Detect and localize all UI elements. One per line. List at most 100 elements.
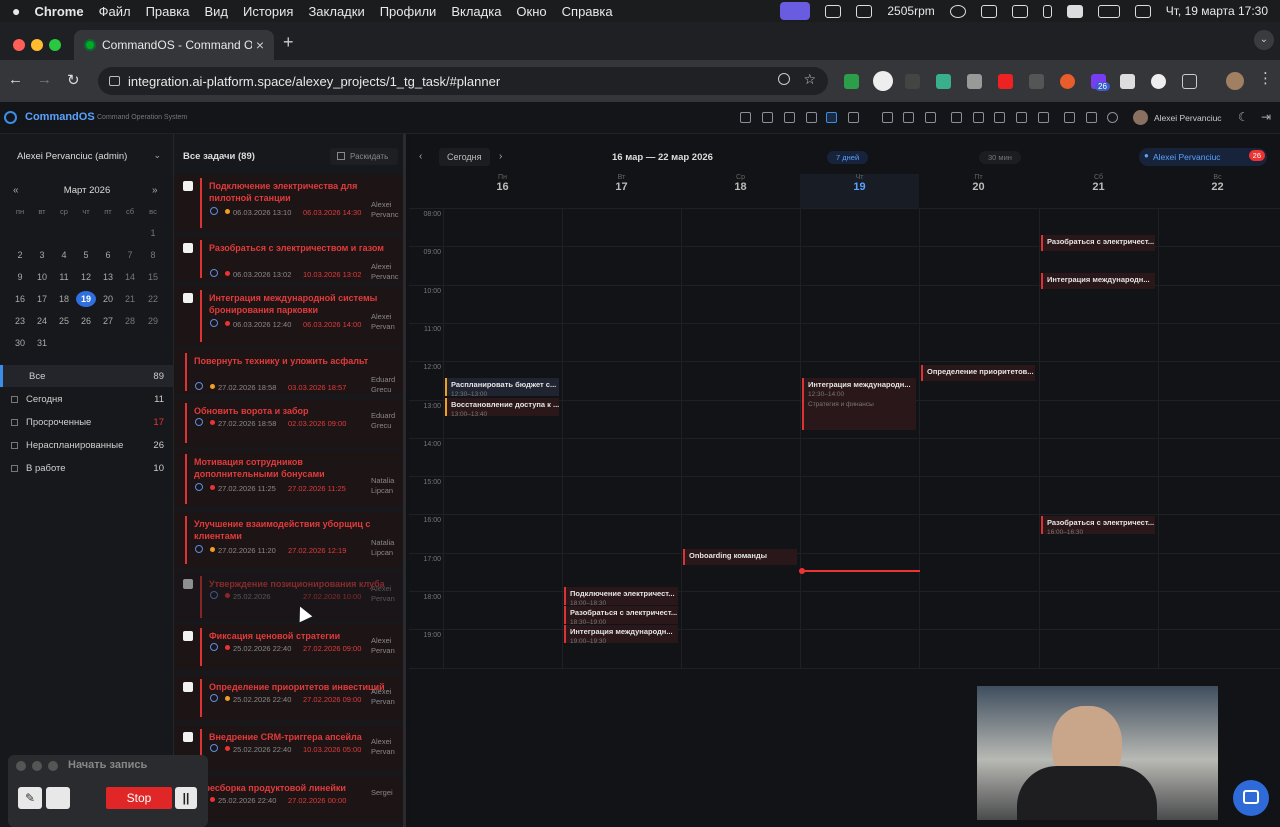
screen-share-icon[interactable] <box>780 2 811 20</box>
theme-moon-icon[interactable]: ☾ <box>1238 110 1249 124</box>
task-checkbox[interactable] <box>183 631 193 641</box>
calendar-event[interactable]: Распланировать бюджет с... 12:30–13:00 <box>445 378 559 397</box>
chrome-menu-icon[interactable]: ⋮ <box>1258 69 1273 87</box>
extension-ai-icon[interactable] <box>873 71 893 91</box>
filter-4[interactable]: В работе 10 <box>0 457 174 479</box>
menu-help[interactable]: Справка <box>562 4 613 19</box>
next-week-button[interactable]: › <box>499 151 502 162</box>
apps-grid-icon[interactable] <box>740 112 751 123</box>
apple-icon[interactable]: ● <box>12 3 20 19</box>
calendar-day[interactable]: 25 <box>54 313 74 329</box>
task-title[interactable]: Фиксация ценовой стратегии <box>209 630 389 642</box>
calendar-day[interactable]: 18 <box>54 291 74 307</box>
task-title[interactable]: Подключение электричества для пилотной с… <box>209 180 389 204</box>
hierarchy-icon[interactable] <box>951 112 962 123</box>
flask-icon[interactable] <box>1086 112 1097 123</box>
forward-icon[interactable]: → <box>37 71 52 88</box>
window-close-button[interactable] <box>13 39 25 51</box>
archive-icon[interactable] <box>1016 112 1027 123</box>
task-title[interactable]: Внедрение CRM-триггера апсейла <box>209 731 389 743</box>
stop-button[interactable]: Stop <box>106 787 172 809</box>
header-user-name[interactable]: Alexei Pervanciuc <box>1154 113 1222 123</box>
calendar-next-icon[interactable]: » <box>152 185 158 196</box>
mouse-icon[interactable] <box>1042 4 1052 18</box>
tab-search-icon[interactable]: ⌄ <box>1254 30 1274 50</box>
task-checkbox[interactable] <box>183 243 193 253</box>
menu-window[interactable]: Окно <box>516 4 546 19</box>
profile-avatar[interactable] <box>1226 72 1244 90</box>
display-icon[interactable] <box>980 4 997 18</box>
task-row[interactable]: пересборка продуктовой линейки 25.02.2026… <box>174 776 403 822</box>
building-icon[interactable] <box>973 112 984 123</box>
task-row[interactable]: Фиксация ценовой стратегии 25.02.2026 22:… <box>174 624 403 670</box>
view-select[interactable]: 7 дней <box>827 151 869 164</box>
extension-recycle-icon[interactable] <box>905 74 920 89</box>
filter-0[interactable]: Все 89 <box>0 365 174 387</box>
pause-icon[interactable]: || <box>175 787 197 809</box>
calendar-event[interactable]: Разобраться с электричест... <box>1041 234 1155 251</box>
filter-3[interactable]: Нераспланированные 26 <box>0 434 174 456</box>
task-checkbox[interactable] <box>183 579 193 589</box>
task-title[interactable]: Интеграция международной системы брониро… <box>209 292 389 316</box>
bot-icon[interactable] <box>903 112 914 123</box>
bolt-icon[interactable] <box>949 4 966 18</box>
day-header[interactable]: Вт 17 <box>562 174 681 193</box>
expand-button[interactable]: Раскидать <box>330 148 398 165</box>
gear-icon[interactable] <box>1107 112 1118 123</box>
calendar-day[interactable]: 7 <box>120 247 140 263</box>
calendar-event[interactable]: Интеграция международн... 12:30–14:00 Стра… <box>802 378 916 431</box>
menu-profiles[interactable]: Профили <box>380 4 437 19</box>
calendar-event[interactable]: Onboarding команды <box>683 548 797 565</box>
task-title[interactable]: Мотивация сотрудников дополнительными бо… <box>194 456 374 480</box>
task-title[interactable]: Разобраться с электричеством и газом <box>209 242 389 254</box>
task-row[interactable]: Интеграция международной системы брониро… <box>174 286 403 346</box>
task-row[interactable]: Улучшение взаимодействия уборщиц с клиен… <box>174 512 403 568</box>
task-row[interactable]: Внедрение CRM-триггера апсейла 25.02.2026… <box>174 725 403 771</box>
calendar-event[interactable]: Восстановление доступа к ... 13:00–13:40 <box>445 397 559 416</box>
filter-1[interactable]: Сегодня 11 <box>0 388 174 410</box>
extension-s-icon[interactable] <box>998 74 1013 89</box>
book-icon[interactable] <box>994 112 1005 123</box>
extension-shield2-icon[interactable] <box>1029 74 1044 89</box>
calendar-event[interactable]: Подключение электричест... 18:00–18:30 <box>564 587 678 606</box>
extension-chat-icon[interactable] <box>1151 74 1166 89</box>
task-title[interactable]: Обновить ворота и забор <box>194 405 374 417</box>
planner-icon[interactable] <box>826 112 837 123</box>
calendar-day[interactable]: 6 <box>98 247 118 263</box>
menu-file[interactable]: Файл <box>99 4 131 19</box>
prev-week-button[interactable]: ‹ <box>419 151 422 162</box>
today-button[interactable]: Сегодня <box>439 148 490 166</box>
battery-icon[interactable] <box>1097 4 1120 18</box>
calendar-day[interactable]: 9 <box>10 269 30 285</box>
task-title[interactable]: Повернуть технику и уложить асфальт <box>194 355 374 367</box>
calendar-event[interactable]: Определение приоритетов... <box>921 365 1035 382</box>
new-tab-icon[interactable]: + <box>283 32 294 53</box>
calendar-day[interactable]: 15 <box>143 269 163 285</box>
shield-icon[interactable] <box>825 4 842 18</box>
extension-green-icon[interactable] <box>936 74 951 89</box>
task-row[interactable]: Подключение электричества для пилотной с… <box>174 174 403 232</box>
calendar-day[interactable]: 30 <box>10 335 30 351</box>
calendar-day[interactable]: 17 <box>32 291 52 307</box>
day-header[interactable]: Сб 21 <box>1039 174 1158 193</box>
back-icon[interactable]: ← <box>8 71 23 88</box>
calendar-day[interactable]: 11 <box>54 269 74 285</box>
zoom-icon[interactable] <box>778 73 790 85</box>
menubar-clock[interactable]: Чт, 19 марта 17:30 <box>1166 4 1268 18</box>
calendar-day[interactable]: 22 <box>143 291 163 307</box>
calendar-event[interactable]: Интеграция международн... <box>1041 273 1155 290</box>
task-title[interactable]: пересборка продуктовой линейки <box>194 782 374 794</box>
extension-card-icon[interactable] <box>1120 74 1135 89</box>
task-checkbox[interactable] <box>183 181 193 191</box>
user-avatar[interactable] <box>1133 110 1148 125</box>
logout-icon[interactable]: ⇥ <box>1261 110 1271 124</box>
calendar-day[interactable]: 14 <box>120 269 140 285</box>
reload-icon[interactable]: ↻ <box>67 71 80 89</box>
calendar-day[interactable]: 13 <box>98 269 118 285</box>
task-title[interactable]: Утверждение позиционирования клуба <box>209 578 389 590</box>
recorder-dot-yellow[interactable] <box>32 761 42 771</box>
task-checkbox[interactable] <box>183 732 193 742</box>
frame-icon[interactable] <box>46 787 70 809</box>
calendar-day[interactable]: 16 <box>10 291 30 307</box>
feather-icon[interactable] <box>856 4 873 18</box>
